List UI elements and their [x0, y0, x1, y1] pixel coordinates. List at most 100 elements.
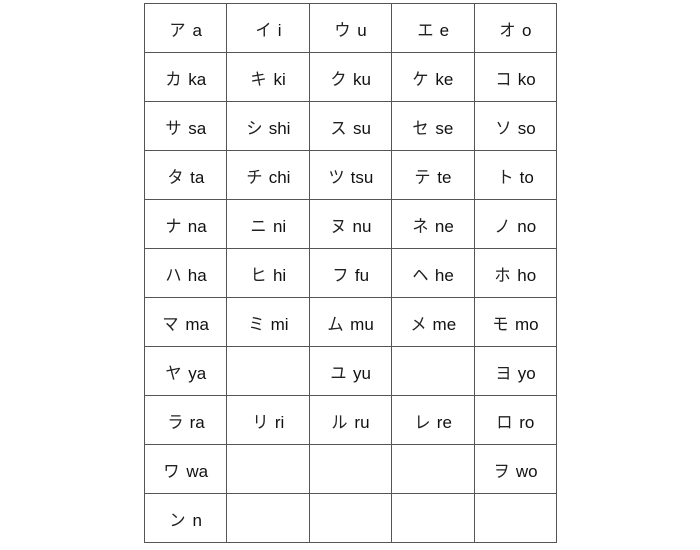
katakana-character: ヒ: [250, 265, 267, 286]
table-row: サ sa シ shi ス su セ se ソ so: [143, 101, 557, 151]
katakana-character: ツ: [328, 167, 345, 188]
kana-cell: ヲ wo: [473, 444, 557, 494]
romaji-reading: ya: [188, 363, 207, 383]
romaji-reading: chi: [268, 167, 291, 187]
romaji-reading: u: [357, 20, 367, 40]
kana-cell: ヨ yo: [473, 346, 557, 396]
romaji-reading: nu: [352, 216, 372, 236]
katakana-character: コ: [495, 69, 512, 90]
katakana-character: ニ: [250, 216, 267, 237]
romaji-reading: e: [439, 20, 450, 40]
kana-cell: サ sa: [143, 101, 228, 151]
empty-cell: [308, 444, 393, 494]
empty-cell: [226, 444, 310, 494]
romaji-reading: so: [517, 118, 536, 138]
kana-cell: シ shi: [226, 101, 310, 151]
romaji-reading: ki: [273, 69, 286, 89]
kana-cell: ヒ hi: [226, 248, 310, 298]
romaji-reading: mi: [270, 314, 289, 334]
katakana-character: ト: [497, 167, 514, 188]
table-row: ハ ha ヒ hi フ fu ヘ he ホ ho: [143, 248, 557, 298]
katakana-character: キ: [250, 69, 268, 90]
kana-cell: ヘ he: [391, 248, 475, 298]
katakana-character: オ: [499, 20, 516, 41]
kana-cell: ミ mi: [226, 297, 310, 347]
romaji-reading: se: [435, 118, 454, 138]
katakana-character: リ: [252, 412, 269, 433]
romaji-reading: o: [522, 20, 532, 40]
romaji-reading: wa: [186, 461, 209, 481]
katakana-character: ノ: [494, 216, 511, 237]
romaji-reading: ne: [434, 216, 454, 236]
kana-cell: ヤ ya: [143, 346, 228, 396]
katakana-character: ワ: [163, 461, 180, 482]
katakana-character: ム: [327, 314, 344, 335]
kana-cell: ル ru: [308, 395, 393, 445]
katakana-character: ロ: [496, 412, 513, 433]
table-row: ヤ ya ユ yu ヨ yo: [143, 346, 557, 396]
empty-cell: [391, 444, 475, 494]
katakana-character: イ: [255, 20, 272, 41]
romaji-reading: wo: [515, 461, 538, 481]
romaji-reading: tsu: [350, 167, 374, 187]
kana-cell: ロ ro: [473, 395, 557, 445]
table-row: ワ wa ヲ wo: [143, 444, 557, 494]
romaji-reading: a: [192, 20, 202, 40]
empty-cell: [226, 493, 310, 543]
romaji-reading: ho: [517, 265, 537, 285]
katakana-character: シ: [246, 118, 263, 139]
romaji-reading: yo: [517, 363, 536, 383]
kana-cell: オo: [473, 3, 557, 53]
kana-cell: キ ki: [226, 52, 310, 102]
kana-cell: コ ko: [473, 52, 557, 102]
romaji-reading: ni: [272, 216, 287, 236]
katakana-character: ヌ: [329, 216, 347, 237]
romaji-reading: no: [517, 216, 537, 236]
empty-cell: [391, 346, 475, 396]
katakana-character: カ: [165, 69, 182, 90]
romaji-reading: su: [352, 118, 371, 138]
romaji-reading: me: [432, 314, 457, 334]
katakana-character: ソ: [495, 118, 512, 139]
kana-cell: ノ no: [473, 199, 557, 249]
katakana-character: フ: [332, 265, 349, 286]
page: ア a イ i ウ u エ e オ o カ ka キ ki ク ku ケ ke コ ko サ sa シ shi ス su セ se ソ s…: [0, 0, 700, 550]
katakana-character: ヘ: [412, 265, 429, 286]
katakana-character: ン: [169, 510, 187, 531]
romaji-reading: re: [436, 412, 452, 432]
kana-cell: ハ ha: [143, 248, 228, 298]
kana-cell: ツ tsu: [308, 150, 393, 200]
romaji-reading: sa: [188, 118, 207, 138]
romaji-reading: ro: [519, 412, 535, 432]
kana-cell: ケ ke: [391, 52, 475, 102]
kana-cell: メ me: [391, 297, 475, 347]
katakana-character: ヤ: [165, 363, 182, 384]
kana-cell: フ fu: [308, 248, 393, 298]
empty-cell: [226, 346, 310, 396]
romaji-reading: hi: [272, 265, 287, 285]
romaji-reading: shi: [268, 118, 291, 138]
kana-cell: ム mu: [308, 297, 393, 347]
katakana-character: ユ: [330, 363, 347, 384]
romaji-reading: ha: [187, 265, 207, 285]
kana-cell: ユ yu: [308, 346, 393, 396]
romaji-reading: fu: [354, 265, 370, 285]
kana-cell: アa: [143, 3, 228, 53]
katakana-character: ホ: [494, 265, 511, 286]
katakana-character: ウ: [334, 20, 351, 41]
katakana-character: タ: [167, 167, 184, 188]
romaji-reading: to: [519, 167, 534, 187]
table-row: マ ma ミ mi ム mu メ me モ mo: [143, 297, 557, 347]
kana-cell: ワ wa: [143, 444, 228, 494]
katakana-character: ア: [169, 20, 187, 41]
kana-cell: ラ ra: [143, 395, 228, 445]
empty-cell: [391, 493, 475, 543]
katakana-character: ケ: [412, 69, 429, 90]
katakana-character: マ: [162, 314, 179, 335]
romaji-reading: ma: [185, 314, 209, 334]
romaji-reading: ko: [517, 69, 536, 89]
katakana-character: レ: [414, 412, 431, 433]
kana-cell: レ re: [391, 395, 475, 445]
table-row: タ ta チ chi ツ tsu テ te ト to: [143, 150, 557, 200]
kana-cell: ク ku: [308, 52, 393, 102]
